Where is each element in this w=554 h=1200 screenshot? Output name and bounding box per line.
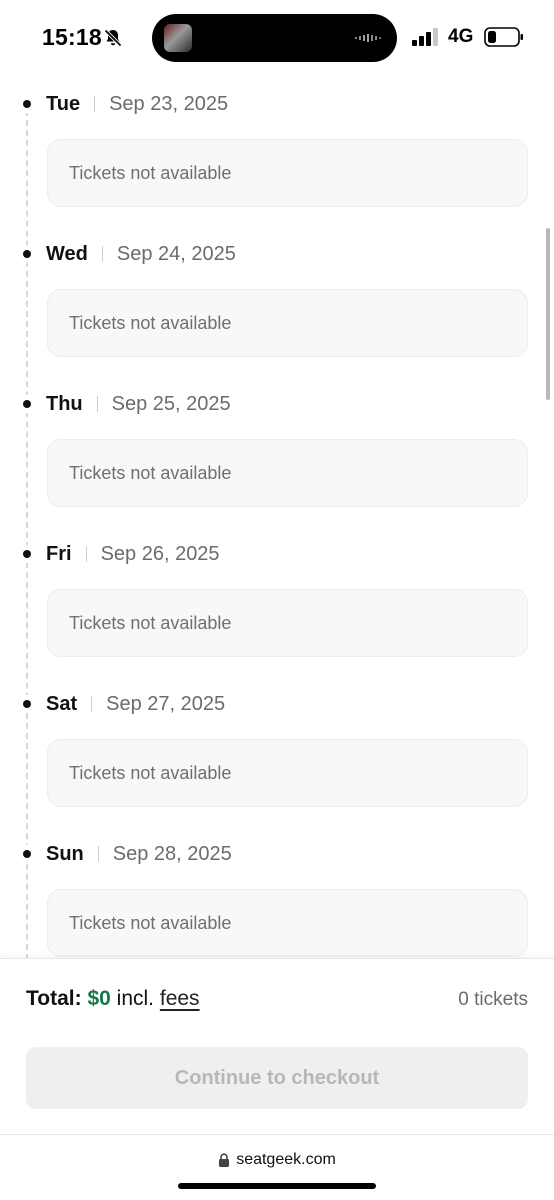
day-date: Sep 27, 2025	[106, 692, 226, 715]
continue-to-checkout-button[interactable]: Continue to checkout	[26, 1047, 528, 1109]
timeline-dot-icon	[18, 695, 36, 713]
url-display[interactable]: seatgeek.com	[0, 1151, 554, 1169]
divider	[101, 246, 103, 262]
ticket-count: 0 tickets	[458, 989, 528, 1010]
ticket-status: Tickets not available	[69, 162, 232, 183]
timeline-dot-icon	[18, 95, 36, 113]
home-indicator[interactable]	[178, 1183, 376, 1189]
scroll-indicator[interactable]	[546, 228, 550, 400]
now-playing-artwork	[164, 24, 192, 52]
day-name: Sun	[46, 842, 84, 865]
day-date: Sep 28, 2025	[112, 842, 232, 865]
day-header: Sun Sep 28, 2025	[18, 839, 232, 869]
browser-url-bar[interactable]: seatgeek.com	[0, 1134, 554, 1200]
divider	[91, 696, 93, 712]
divider	[94, 96, 96, 112]
timeline-dot-icon	[18, 545, 36, 563]
url-text: seatgeek.com	[236, 1151, 336, 1168]
timeline-dot-icon	[18, 395, 36, 413]
total-row: Total: $0 incl. fees	[26, 987, 200, 1011]
day-header: Wed Sep 24, 2025	[18, 239, 236, 269]
day-header: Sat Sep 27, 2025	[18, 689, 225, 719]
audio-waveform-icon	[355, 34, 381, 42]
battery-icon	[484, 27, 523, 47]
screen: 15:18 4G Tue Sep 23, 2025 Tickets not av…	[0, 0, 554, 1200]
day-date: Sep 26, 2025	[100, 542, 220, 565]
timeline-line	[26, 110, 28, 960]
day-name: Thu	[46, 392, 83, 415]
ticket-status: Tickets not available	[69, 612, 232, 633]
ticket-status: Tickets not available	[69, 912, 232, 933]
divider	[85, 546, 87, 562]
dynamic-island[interactable]	[152, 14, 397, 62]
ticket-card: Tickets not available	[47, 589, 528, 657]
day-date: Sep 24, 2025	[116, 242, 236, 265]
incl-text: incl.	[116, 987, 155, 1010]
day-name: Wed	[46, 242, 88, 265]
day-date: Sep 23, 2025	[109, 92, 229, 115]
network-label: 4G	[448, 26, 474, 47]
bell-slash-icon	[104, 29, 122, 47]
ticket-status: Tickets not available	[69, 312, 232, 333]
day-name: Fri	[46, 542, 72, 565]
ticket-card: Tickets not available	[47, 739, 528, 807]
day-header: Fri Sep 26, 2025	[18, 539, 220, 569]
timeline-dot-icon	[18, 245, 36, 263]
ticket-card: Tickets not available	[47, 289, 528, 357]
day-date: Sep 25, 2025	[111, 392, 231, 415]
total-label: Total:	[26, 987, 82, 1010]
lock-icon	[219, 1153, 230, 1167]
checkout-footer: Total: $0 incl. fees 0 tickets Continue …	[0, 958, 554, 1134]
divider	[96, 396, 98, 412]
status-time: 15:18	[42, 24, 102, 50]
day-name: Sat	[46, 692, 78, 715]
timeline-dot-icon	[18, 845, 36, 863]
day-header: Tue Sep 23, 2025	[18, 89, 228, 119]
fees-link[interactable]: fees	[160, 987, 200, 1010]
status-bar: 15:18 4G	[0, 0, 554, 76]
ticket-card: Tickets not available	[47, 439, 528, 507]
ticket-card: Tickets not available	[47, 889, 528, 957]
ticket-card: Tickets not available	[47, 139, 528, 207]
divider	[97, 846, 99, 862]
signal-icon	[412, 28, 438, 46]
total-amount: $0	[87, 987, 111, 1010]
ticket-status: Tickets not available	[69, 762, 232, 783]
day-name: Tue	[46, 92, 81, 115]
ticket-status: Tickets not available	[69, 462, 232, 483]
day-header: Thu Sep 25, 2025	[18, 389, 231, 419]
